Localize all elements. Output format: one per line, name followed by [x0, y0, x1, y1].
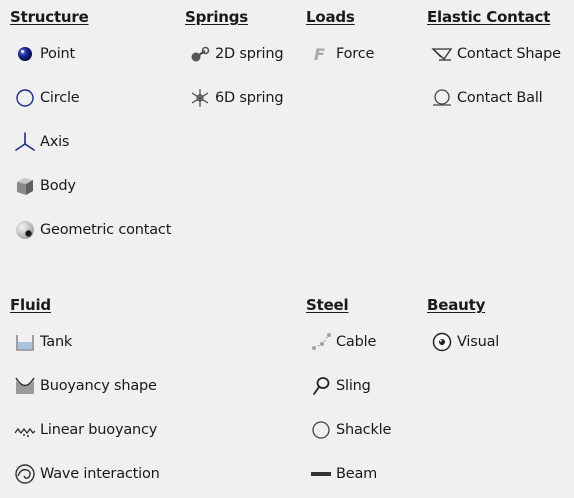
palette-item-wave-interaction[interactable]: Wave interaction	[14, 462, 160, 486]
palette-item-linear-buoyancy[interactable]: Linear buoyancy	[14, 418, 157, 442]
tank-label: Tank	[40, 334, 73, 350]
palette-item-axis[interactable]: Axis	[14, 130, 69, 154]
6d-spring-icon	[189, 87, 211, 109]
buoyancy-shape-label: Buoyancy shape	[40, 378, 157, 394]
steel-header: Steel	[306, 296, 349, 314]
visual-label: Visual	[457, 334, 500, 350]
fluid-header: Fluid	[10, 296, 51, 314]
circle-label: Circle	[40, 90, 80, 106]
body-label: Body	[40, 178, 76, 194]
buoyancy-shape-icon	[14, 375, 36, 397]
beam-label: Beam	[336, 466, 378, 482]
linear-buoyancy-icon	[14, 419, 36, 441]
wave-interaction-icon	[14, 463, 36, 485]
circle-icon	[14, 87, 36, 109]
beam-icon	[310, 463, 332, 485]
contact-shape-icon	[431, 43, 453, 65]
geometric-contact-icon	[14, 219, 36, 241]
elastic-contact-header: Elastic Contact	[427, 8, 551, 26]
palette-item-cable[interactable]: Cable	[310, 330, 376, 354]
loads-header: Loads	[306, 8, 355, 26]
2d-spring-icon	[189, 43, 211, 65]
wave-interaction-label: Wave interaction	[40, 466, 160, 482]
2d-spring-label: 2D spring	[215, 46, 284, 62]
force-icon: F	[310, 43, 332, 65]
sling-label: Sling	[336, 378, 371, 394]
palette-item-point[interactable]: Point	[14, 42, 75, 66]
cable-label: Cable	[336, 334, 377, 350]
palette-item-body[interactable]: Body	[14, 174, 76, 198]
shackle-icon	[310, 419, 332, 441]
svg-text:F: F	[314, 45, 325, 64]
visual-icon	[431, 331, 453, 353]
force-label: Force	[336, 46, 375, 62]
beauty-header: Beauty	[427, 296, 486, 314]
palette-item-visual[interactable]: Visual	[431, 330, 499, 354]
palette-item-force[interactable]: F Force	[310, 42, 374, 66]
palette-item-contact-shape[interactable]: Contact Shape	[431, 42, 561, 66]
palette-item-beam[interactable]: Beam	[310, 462, 377, 486]
linear-buoyancy-label: Linear buoyancy	[40, 422, 158, 438]
point-icon	[14, 43, 36, 65]
palette-item-sling[interactable]: Sling	[310, 374, 371, 398]
palette-item-2d-spring[interactable]: 2D spring	[189, 42, 284, 66]
palette-item-circle[interactable]: Circle	[14, 86, 80, 110]
contact-ball-label: Contact Ball	[457, 90, 543, 106]
springs-header: Springs	[185, 8, 249, 26]
palette-item-geometric-contact[interactable]: Geometric contact	[14, 218, 171, 242]
shackle-label: Shackle	[336, 422, 392, 438]
palette-item-tank[interactable]: Tank	[14, 330, 72, 354]
6d-spring-label: 6D spring	[215, 90, 284, 106]
axis-label: Axis	[40, 134, 70, 150]
palette-item-shackle[interactable]: Shackle	[310, 418, 391, 442]
palette-item-buoyancy-shape[interactable]: Buoyancy shape	[14, 374, 157, 398]
contact-ball-icon	[431, 87, 453, 109]
point-label: Point	[40, 46, 76, 62]
structure-header: Structure	[10, 8, 89, 26]
geometric-contact-label: Geometric contact	[40, 222, 172, 238]
palette-item-6d-spring[interactable]: 6D spring	[189, 86, 284, 110]
palette-item-contact-ball[interactable]: Contact Ball	[431, 86, 543, 110]
sling-icon	[310, 375, 332, 397]
axis-icon	[14, 131, 36, 153]
tank-icon	[14, 331, 36, 353]
contact-shape-label: Contact Shape	[457, 46, 561, 62]
cable-icon	[310, 331, 332, 353]
body-cube-icon	[14, 175, 36, 197]
